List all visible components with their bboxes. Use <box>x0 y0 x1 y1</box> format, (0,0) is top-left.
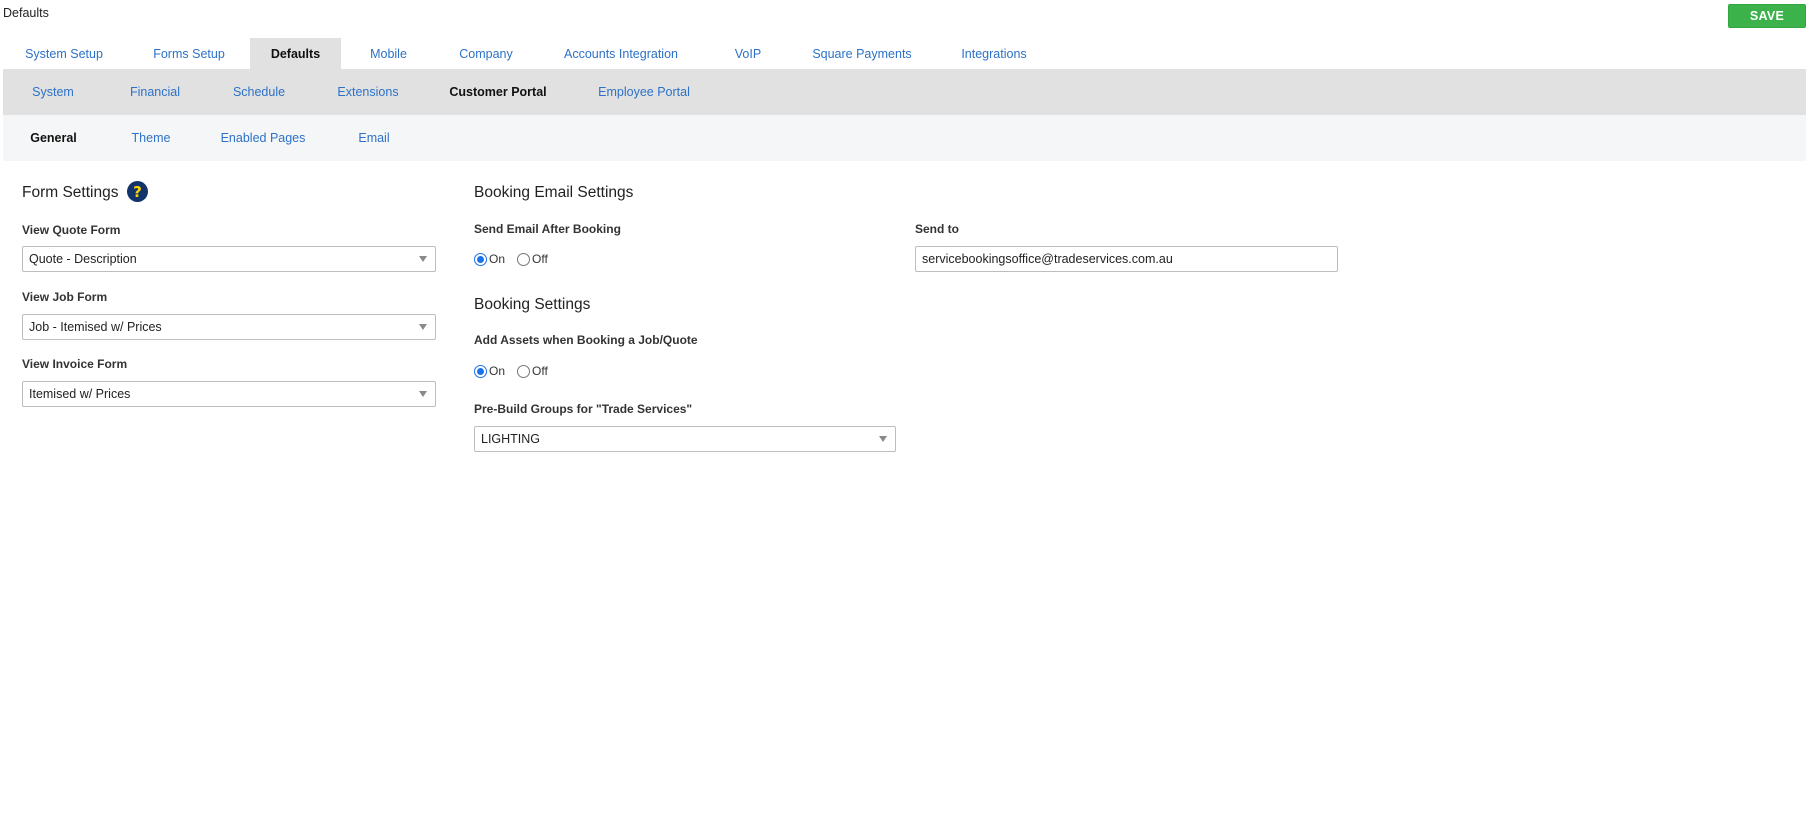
view-invoice-form-select[interactable]: Itemised w/ Prices <box>22 381 436 407</box>
view-quote-form-select[interactable]: Quote - Description <box>22 246 436 272</box>
subtab-employee-portal[interactable]: Employee Portal <box>571 69 717 115</box>
add-assets-label: Add Assets when Booking a Job/Quote <box>474 333 698 347</box>
view-quote-form-label: View Quote Form <box>22 223 121 237</box>
portal-tabs: General Theme Enabled Pages Email <box>3 115 1806 161</box>
chevron-down-icon <box>419 256 427 262</box>
save-button[interactable]: SAVE <box>1728 4 1806 28</box>
subtab-system[interactable]: System <box>3 69 103 115</box>
form-settings-heading: Form Settings <box>22 184 119 201</box>
booking-email-settings-heading: Booking Email Settings <box>474 184 634 201</box>
tab-forms-setup[interactable]: Forms Setup <box>128 38 250 69</box>
chevron-down-icon <box>879 436 887 442</box>
send-email-on-label[interactable]: On <box>489 252 505 266</box>
tab-voip[interactable]: VoIP <box>706 38 790 69</box>
page-title: Defaults <box>3 6 49 20</box>
portal-tab-email[interactable]: Email <box>328 115 420 161</box>
send-email-on-radio[interactable] <box>474 252 487 266</box>
add-assets-on-label[interactable]: On <box>489 364 505 378</box>
sub-tabs: System Financial Schedule Extensions Cus… <box>3 69 1806 115</box>
tab-integrations[interactable]: Integrations <box>934 38 1054 69</box>
subtab-financial[interactable]: Financial <box>103 69 207 115</box>
subtab-customer-portal[interactable]: Customer Portal <box>425 69 571 115</box>
view-job-form-label: View Job Form <box>22 290 108 304</box>
view-invoice-form-label: View Invoice Form <box>22 357 128 371</box>
defaults-page: Defaults SAVE System Setup Forms Setup D… <box>0 0 1806 838</box>
subtab-extensions[interactable]: Extensions <box>311 69 425 115</box>
tab-system-setup[interactable]: System Setup <box>0 38 128 69</box>
send-email-radio-group: On Off <box>474 252 560 266</box>
tab-company[interactable]: Company <box>436 38 536 69</box>
subtab-schedule[interactable]: Schedule <box>207 69 311 115</box>
view-invoice-form-value: Itemised w/ Prices <box>29 387 131 401</box>
portal-tab-theme[interactable]: Theme <box>104 115 198 161</box>
view-job-form-select[interactable]: Job - Itemised w/ Prices <box>22 314 436 340</box>
send-email-off-radio[interactable] <box>517 252 531 266</box>
send-email-off-label[interactable]: Off <box>532 252 548 266</box>
view-job-form-value: Job - Itemised w/ Prices <box>29 320 162 334</box>
add-assets-radio-group: On Off <box>474 364 560 378</box>
booking-settings-heading: Booking Settings <box>474 296 591 313</box>
tab-defaults[interactable]: Defaults <box>250 38 341 69</box>
send-to-input[interactable] <box>915 246 1338 272</box>
chevron-down-icon <box>419 391 427 397</box>
tab-accounts-integration[interactable]: Accounts Integration <box>536 38 706 69</box>
portal-tab-general[interactable]: General <box>3 115 104 161</box>
portal-tab-enabled-pages[interactable]: Enabled Pages <box>198 115 328 161</box>
pre-build-groups-select[interactable]: LIGHTING <box>474 426 896 452</box>
add-assets-off-radio[interactable] <box>517 364 531 378</box>
pre-build-groups-value: LIGHTING <box>481 432 541 446</box>
tab-mobile[interactable]: Mobile <box>341 38 436 69</box>
add-assets-on-radio[interactable] <box>474 364 487 378</box>
chevron-down-icon <box>419 324 427 330</box>
tab-square-payments[interactable]: Square Payments <box>790 38 934 69</box>
help-icon[interactable]: ? <box>127 181 148 202</box>
main-tabs: System Setup Forms Setup Defaults Mobile… <box>0 38 1806 69</box>
view-quote-form-value: Quote - Description <box>29 252 137 266</box>
add-assets-off-label[interactable]: Off <box>532 364 548 378</box>
pre-build-groups-label: Pre-Build Groups for "Trade Services" <box>474 402 693 416</box>
send-email-after-booking-label: Send Email After Booking <box>474 222 621 236</box>
send-to-label: Send to <box>915 222 959 236</box>
